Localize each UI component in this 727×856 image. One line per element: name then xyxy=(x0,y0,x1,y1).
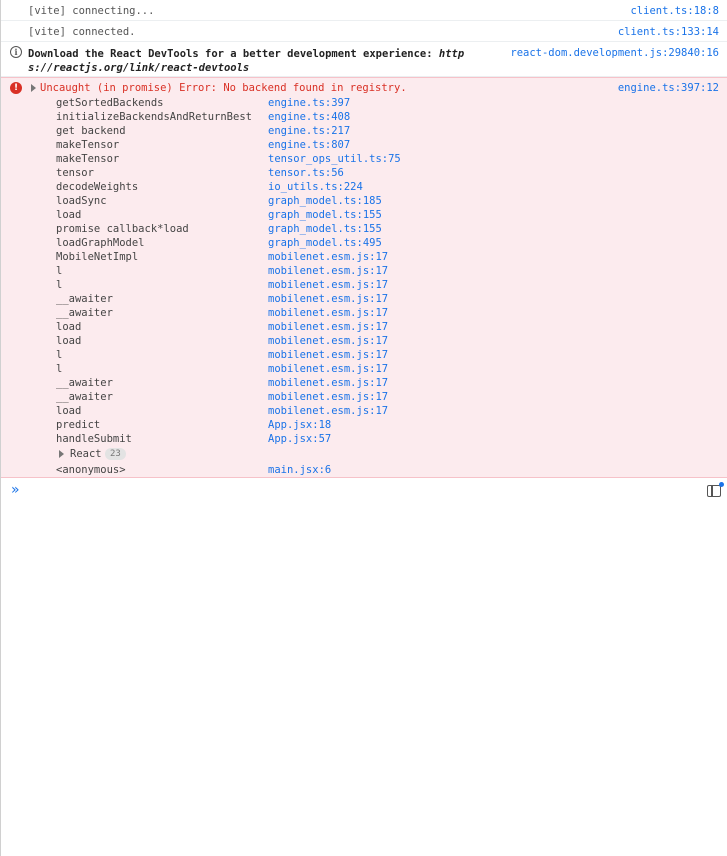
stack-frame-location-link[interactable]: mobilenet.esm.js:17 xyxy=(268,278,388,292)
stack-frame-function: <anonymous> xyxy=(56,464,126,476)
stack-frame-location-link[interactable]: engine.ts:807 xyxy=(268,138,350,152)
error-text: Uncaught (in promise) Error: No backend … xyxy=(40,82,407,94)
stack-frame-location-link[interactable]: main.jsx:6 xyxy=(268,463,331,477)
stack-frame-function: load xyxy=(56,335,82,347)
stack-frame-location-link[interactable]: graph_model.ts:185 xyxy=(268,194,382,208)
console-prompt-chevron-icon: » xyxy=(11,482,20,498)
stack-frame-location-link[interactable]: mobilenet.esm.js:17 xyxy=(268,334,388,348)
stack-frame-function: __awaiter xyxy=(56,377,113,389)
stack-frame-function: predict xyxy=(56,419,101,431)
show-console-sidebar-icon[interactable] xyxy=(707,485,721,497)
log-text: [vite] connected. xyxy=(28,26,136,38)
react-group-label: React xyxy=(70,448,102,460)
stack-frame-location-link[interactable]: mobilenet.esm.js:17 xyxy=(268,264,388,278)
expand-triangle-icon[interactable] xyxy=(31,84,36,92)
stack-frame-location-link[interactable]: graph_model.ts:155 xyxy=(268,222,382,236)
stack-frame-location-link[interactable]: mobilenet.esm.js:17 xyxy=(268,390,388,404)
console-messages: [vite] connecting... client.ts:18:8 [vit… xyxy=(1,0,727,478)
log-source-link[interactable]: client.ts:18:8 xyxy=(630,5,719,17)
stack-frame-location-link[interactable]: mobilenet.esm.js:17 xyxy=(268,404,388,418)
stack-frame-function: l xyxy=(56,265,63,277)
stack-frame-location-link[interactable]: engine.ts:397 xyxy=(268,96,350,110)
console-log-message: [vite] connecting... client.ts:18:8 xyxy=(1,0,727,21)
stack-frame-location-link[interactable]: mobilenet.esm.js:17 xyxy=(268,362,388,376)
stack-frame-location-link[interactable]: tensor_ops_util.ts:75 xyxy=(268,152,401,166)
stack-frame-function: __awaiter xyxy=(56,307,113,319)
console-error-message[interactable]: ! Uncaught (in promise) Error: No backen… xyxy=(1,77,727,478)
stack-frame-location-link[interactable]: mobilenet.esm.js:17 xyxy=(268,250,388,264)
stack-frame-location-link[interactable]: graph_model.ts:155 xyxy=(268,208,382,222)
stack-frame-function: l xyxy=(56,363,63,375)
stack-frame-location-link[interactable]: mobilenet.esm.js:17 xyxy=(268,348,388,362)
stack-frame-function: getSortedBackends xyxy=(56,97,164,109)
stack-frame-function: __awaiter xyxy=(56,391,113,403)
stack-frame-function: MobileNetImpl xyxy=(56,251,139,263)
stack-frame-location-link[interactable]: engine.ts:408 xyxy=(268,110,350,124)
stack-frame-function: __awaiter xyxy=(56,293,113,305)
stack-frame-location-link[interactable]: mobilenet.esm.js:17 xyxy=(268,292,388,306)
stack-frame-function: loadGraphModel xyxy=(56,237,145,249)
info-circle-icon: i xyxy=(10,46,22,58)
stack-frame-function: load xyxy=(56,321,82,333)
stack-frame-function: load xyxy=(56,209,82,221)
stack-frame-location-link[interactable]: App.jsx:57 xyxy=(268,432,331,446)
stack-frame-location-link[interactable]: App.jsx:18 xyxy=(268,418,331,432)
stack-frame-function: promise callback*load xyxy=(56,223,189,235)
console-info-message: Download the React DevTools for a better… xyxy=(1,42,727,77)
stack-frame-location-link[interactable]: mobilenet.esm.js:17 xyxy=(268,376,388,390)
stack-frame-function: l xyxy=(56,279,63,291)
stack-frame-function: l xyxy=(56,349,63,361)
log-text: [vite] connecting... xyxy=(28,5,155,17)
stack-frame-location-link[interactable]: engine.ts:217 xyxy=(268,124,350,138)
error-source-link[interactable]: engine.ts:397:12 xyxy=(618,82,719,94)
stack-frame-location-link[interactable]: io_utils.ts:224 xyxy=(268,180,363,194)
error-circle-icon: ! xyxy=(10,82,22,94)
stack-frame-function: makeTensor xyxy=(56,139,120,151)
stack-frame-function: initializeBackendsAndReturnBest xyxy=(56,111,252,123)
log-source-link[interactable]: client.ts:133:14 xyxy=(618,26,719,38)
expand-triangle-icon[interactable] xyxy=(59,450,64,458)
stack-frame-function: makeTensor xyxy=(56,153,120,165)
stack-frame-function: loadSync xyxy=(56,195,107,207)
info-source-link[interactable]: react-dom.development.js:29840:16 xyxy=(510,47,719,59)
info-text: Download the React DevTools for a better… xyxy=(28,47,488,75)
stack-frame-location-link[interactable]: graph_model.ts:495 xyxy=(268,236,382,250)
stack-frame-function: decodeWeights xyxy=(56,181,139,193)
stack-frame-function: tensor xyxy=(56,167,94,179)
stack-frame-location-link[interactable]: mobilenet.esm.js:17 xyxy=(268,306,388,320)
stack-frame-location-link[interactable]: tensor.ts:56 xyxy=(268,166,344,180)
sidebar-indicator-dot xyxy=(719,482,724,487)
info-text-plain: Download the React DevTools for a better… xyxy=(28,48,439,60)
console-log-message: [vite] connected. client.ts:133:14 xyxy=(1,21,727,42)
stack-frame-location-link[interactable]: mobilenet.esm.js:17 xyxy=(268,320,388,334)
console-prompt[interactable]: » xyxy=(1,480,727,502)
react-group-count-badge: 23 xyxy=(105,448,126,460)
stack-frame-function: load xyxy=(56,405,82,417)
stack-frame-function: get backend xyxy=(56,125,126,137)
stack-frame-function: handleSubmit xyxy=(56,433,132,445)
